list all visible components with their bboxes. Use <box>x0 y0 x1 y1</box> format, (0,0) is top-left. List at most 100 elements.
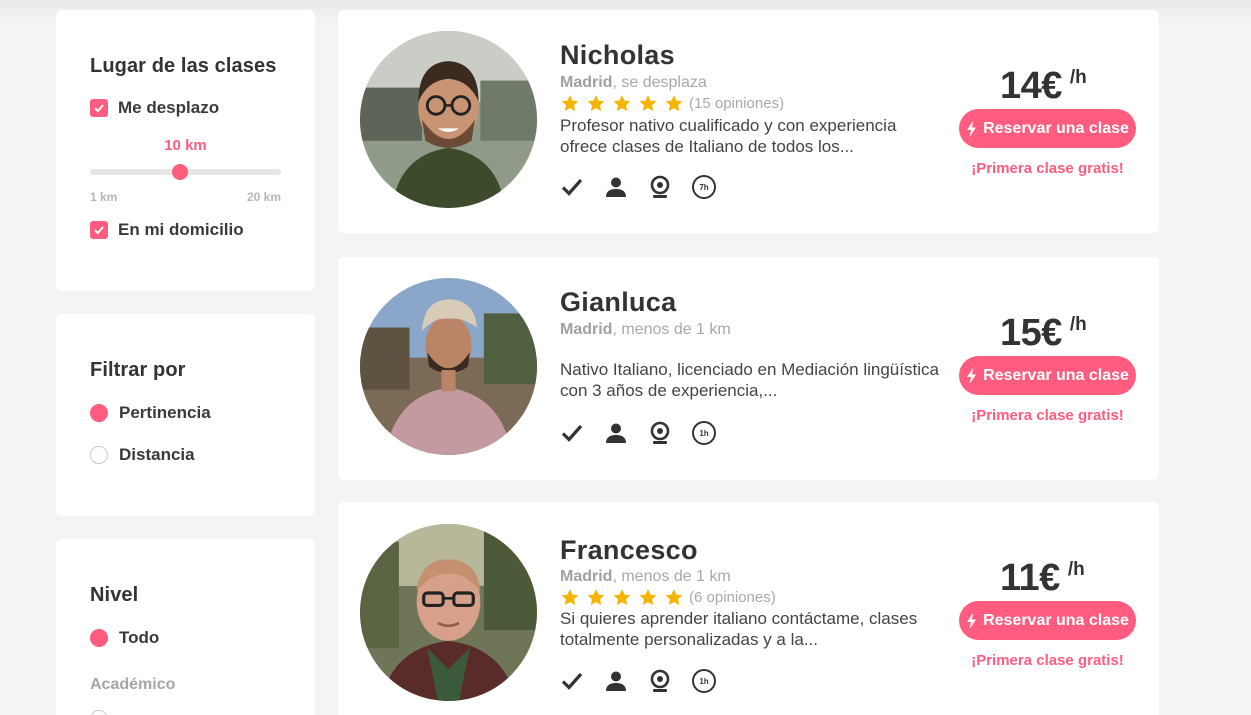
price: 14€ /h <box>1000 65 1087 108</box>
sort-option-relevance[interactable]: Pertinencia <box>90 403 211 423</box>
star-icon <box>639 95 657 112</box>
book-class-label: Reservar una clase <box>983 611 1129 629</box>
first-class-free-label: ¡Primera clase gratis! <box>971 160 1124 177</box>
level-filter-title: Nivel <box>90 584 139 606</box>
review-count: (6 opiniones) <box>689 589 776 606</box>
first-class-free-label: ¡Primera clase gratis! <box>971 407 1124 424</box>
teacher-photo <box>360 31 537 208</box>
star-icon <box>587 589 605 606</box>
level-group-label: Académico <box>90 676 176 693</box>
teacher-badges: 1h <box>560 669 716 693</box>
lightning-icon <box>967 367 977 384</box>
price-unit: /h <box>1069 314 1087 335</box>
star-icon <box>561 95 579 112</box>
book-class-button[interactable]: Reservar una clase <box>959 356 1136 395</box>
teacher-description: Si quieres aprender italiano contáctame,… <box>560 609 918 649</box>
teacher-card[interactable]: Nicholas Madrid, se desplaza (15 opinion… <box>338 10 1159 233</box>
travel-checkbox[interactable] <box>90 99 108 117</box>
teacher-description: Profesor nativo cualificado y con experi… <box>560 116 897 156</box>
teacher-avatar[interactable] <box>360 524 537 701</box>
response-time-icon: 7h <box>692 175 716 199</box>
level-option-all[interactable]: Todo <box>90 628 159 648</box>
distance-slider-thumb[interactable] <box>171 164 188 180</box>
teacher-location: Madrid, menos de 1 km <box>560 321 731 339</box>
distance-min-label: 1 km <box>90 190 118 204</box>
sort-option-label: Distancia <box>119 445 195 464</box>
review-count: (15 opiniones) <box>689 95 785 112</box>
star-icon <box>587 95 605 112</box>
radio-selected[interactable] <box>90 629 108 647</box>
price-value: 15€ <box>1000 312 1062 354</box>
lightning-icon <box>967 120 977 137</box>
home-checkbox[interactable] <box>90 221 108 239</box>
user-icon <box>604 421 628 445</box>
verified-check-icon <box>560 669 584 693</box>
webcam-icon <box>648 669 672 693</box>
price-value: 11€ <box>1000 557 1060 599</box>
check-icon <box>94 104 104 113</box>
teacher-city: Madrid <box>560 74 613 91</box>
check-icon <box>94 226 104 235</box>
teacher-rating: (15 opiniones) <box>560 94 784 113</box>
sort-filter-title: Filtrar por <box>90 359 186 381</box>
level-option-label: Todo <box>119 628 160 647</box>
first-class-free-label: ¡Primera clase gratis! <box>971 652 1124 669</box>
webcam-icon <box>648 175 672 199</box>
distance-slider[interactable] <box>90 164 281 180</box>
travel-label: Me desplazo <box>118 98 220 117</box>
radio-unselected[interactable] <box>90 446 108 464</box>
verified-check-icon <box>560 421 584 445</box>
distance-value: 10 km <box>164 137 207 154</box>
teacher-avatar[interactable] <box>360 278 537 455</box>
star-icon <box>665 589 683 606</box>
teacher-name[interactable]: Nicholas <box>560 40 675 71</box>
user-icon <box>604 175 628 199</box>
teacher-card[interactable]: Gianluca Madrid, menos de 1 km Nativo It… <box>338 257 1159 480</box>
star-icon <box>561 589 579 606</box>
teacher-distance: , menos de 1 km <box>612 568 731 585</box>
radio-selected[interactable] <box>90 404 108 422</box>
lightning-icon <box>967 612 977 629</box>
location-filter-title: Lugar de las clases <box>90 55 277 77</box>
book-class-label: Reservar una clase <box>983 366 1129 384</box>
price-value: 14€ <box>1000 65 1062 107</box>
radio-unselected[interactable] <box>90 710 108 715</box>
star-icon <box>639 589 657 606</box>
price: 15€ /h <box>1000 312 1087 355</box>
price-unit: /h <box>1069 67 1087 88</box>
price-unit: /h <box>1067 559 1085 580</box>
teacher-distance: , menos de 1 km <box>612 321 731 338</box>
response-time-icon: 1h <box>692 669 716 693</box>
teacher-name[interactable]: Gianluca <box>560 287 676 318</box>
home-label: En mi domicilio <box>118 220 244 239</box>
response-time-icon: 1h <box>692 421 716 445</box>
teacher-badges: 1h <box>560 421 716 445</box>
home-checkbox-row[interactable]: En mi domicilio <box>90 220 244 240</box>
price: 11€ /h <box>1000 557 1085 600</box>
teacher-rating: (6 opiniones) <box>560 588 776 607</box>
teacher-card[interactable]: Francesco Madrid, menos de 1 km (6 opini… <box>338 502 1159 715</box>
star-icon <box>613 589 631 606</box>
location-filter-panel: Lugar de las clases Me desplazo 10 km 1 … <box>56 10 315 291</box>
teacher-location: Madrid, se desplaza <box>560 74 707 92</box>
star-icon <box>665 95 683 112</box>
verified-check-icon <box>560 175 584 199</box>
teacher-location: Madrid, menos de 1 km <box>560 568 731 586</box>
book-class-button[interactable]: Reservar una clase <box>959 109 1136 148</box>
teacher-description: Nativo Italiano, licenciado en Mediación… <box>560 360 939 400</box>
webcam-icon <box>648 421 672 445</box>
teacher-photo <box>360 524 537 701</box>
travel-checkbox-row[interactable]: Me desplazo <box>90 98 219 118</box>
star-icon <box>613 95 631 112</box>
book-class-button[interactable]: Reservar una clase <box>959 601 1136 640</box>
teacher-name[interactable]: Francesco <box>560 535 698 566</box>
user-icon <box>604 669 628 693</box>
teacher-city: Madrid <box>560 321 613 338</box>
teacher-avatar[interactable] <box>360 31 537 208</box>
sort-filter-panel: Filtrar por Pertinencia Distancia <box>56 314 315 516</box>
book-class-label: Reservar una clase <box>983 119 1129 137</box>
teacher-photo <box>360 278 537 455</box>
sort-option-distance[interactable]: Distancia <box>90 445 195 465</box>
teacher-distance: , se desplaza <box>612 74 707 91</box>
teacher-badges: 7h <box>560 175 716 199</box>
